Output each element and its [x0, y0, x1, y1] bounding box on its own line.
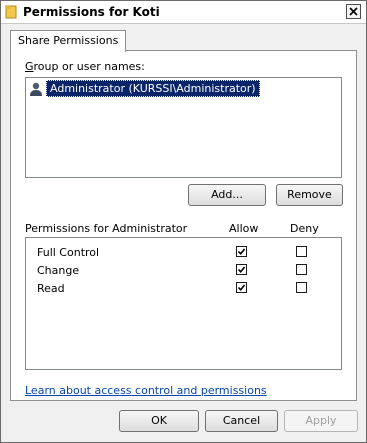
group-user-listbox[interactable]: Administrator (KURSSI\Administrator)	[25, 77, 342, 178]
deny-checkbox-change[interactable]	[296, 264, 307, 275]
deny-checkbox-full-control[interactable]	[296, 246, 307, 257]
close-icon	[349, 7, 358, 16]
access-control-help-link[interactable]: Learn about access control and permissio…	[25, 384, 267, 397]
permission-name: Change	[37, 264, 80, 277]
group-names-label: Group or user names:	[25, 60, 145, 73]
allow-checkbox-read[interactable]	[236, 282, 247, 293]
ok-button-label: OK	[151, 414, 167, 427]
window-title: Permissions for Koti	[23, 5, 160, 19]
permission-name: Full Control	[37, 246, 100, 259]
permission-row-read: Read	[26, 280, 341, 298]
ok-button[interactable]: OK	[119, 410, 199, 432]
apply-button-label: Apply	[305, 414, 337, 427]
close-button[interactable]	[346, 4, 361, 19]
group-names-label-text: roup or user names:	[33, 60, 145, 73]
add-button-label: Add...	[211, 188, 243, 201]
deny-checkbox-read[interactable]	[296, 282, 307, 293]
checkmark-icon	[237, 248, 246, 256]
permission-row-full-control: Full Control	[26, 244, 341, 262]
allow-checkbox-full-control[interactable]	[236, 246, 247, 257]
tab-share-permissions[interactable]: Share Permissions	[10, 30, 127, 52]
cancel-button[interactable]: Cancel	[205, 410, 278, 432]
allow-column-header: Allow	[229, 222, 259, 235]
permissions-for-label: Permissions for Administrator	[25, 222, 188, 235]
user-icon	[30, 82, 42, 96]
list-item[interactable]: Administrator (KURSSI\Administrator)	[28, 80, 260, 97]
checkmark-icon	[237, 266, 246, 274]
permissions-dialog: Permissions for Koti Share Permissions G…	[0, 0, 367, 443]
deny-column-header: Deny	[290, 222, 319, 235]
cancel-button-label: Cancel	[222, 414, 261, 427]
remove-button-label: Remove	[287, 188, 332, 201]
permission-name: Read	[37, 282, 65, 295]
share-permissions-panel: Group or user names: Administrator (KURS…	[10, 50, 357, 401]
title-bar[interactable]: Permissions for Koti	[1, 1, 366, 24]
permissions-listbox: Full Control Change Read	[25, 237, 342, 370]
list-item-label: Administrator (KURSSI\Administrator)	[46, 80, 260, 97]
allow-checkbox-change[interactable]	[236, 264, 247, 275]
folder-icon	[5, 5, 17, 19]
permission-row-change: Change	[26, 262, 341, 280]
apply-button[interactable]: Apply	[284, 410, 358, 432]
remove-button[interactable]: Remove	[276, 184, 343, 206]
checkmark-icon	[237, 284, 246, 292]
add-button[interactable]: Add...	[188, 184, 266, 206]
